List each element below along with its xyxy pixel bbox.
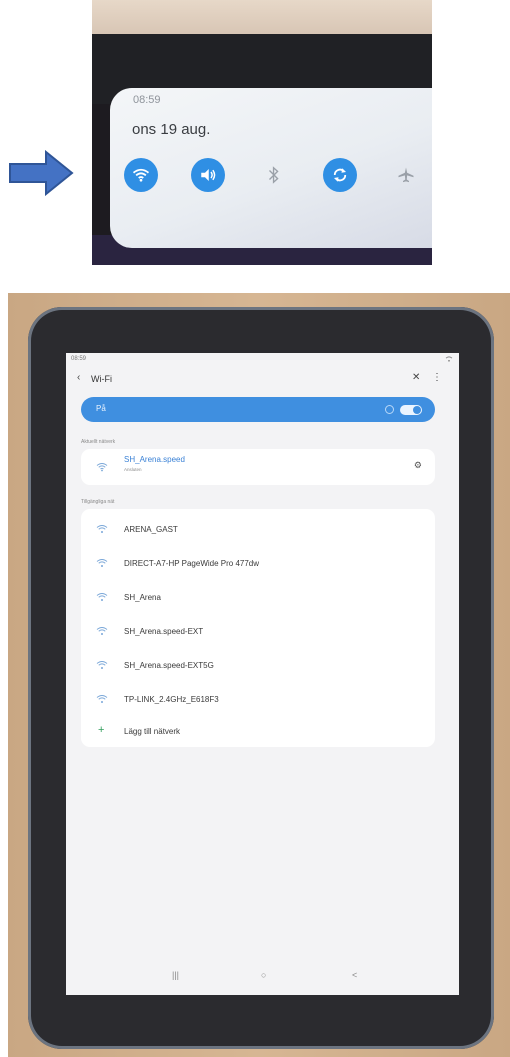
bluetooth-icon: [269, 166, 279, 184]
toggle-switch[interactable]: [400, 405, 422, 415]
wifi-signal-icon: [96, 695, 108, 703]
network-name: TP-LINK_2.4GHz_E618F3: [124, 695, 219, 704]
available-networks-heading: Tillgängliga nät: [81, 499, 115, 505]
network-row[interactable]: SH_Arena.speed-EXT5G: [81, 651, 435, 679]
current-network-heading: Aktuellt nätverk: [81, 439, 116, 445]
home-icon[interactable]: ○: [261, 970, 266, 980]
recent-apps-icon[interactable]: |||: [172, 970, 179, 980]
airplane-icon: [398, 167, 414, 183]
autorotate-toggle[interactable]: [323, 158, 357, 192]
sound-icon: [201, 169, 216, 181]
status-time: 08:59: [71, 356, 87, 362]
add-network-label: Lägg till nätverk: [124, 727, 181, 736]
tablet-screen: 08:59 ‹ Wi-Fi ✕ ⋮ På Aktuellt nätverk SH…: [66, 353, 459, 995]
wifi-icon: [132, 168, 150, 182]
network-row[interactable]: DIRECT-A7-HP PageWide Pro 477dw: [81, 549, 435, 577]
back-icon[interactable]: <: [352, 970, 357, 980]
page-title: Wi-Fi: [91, 374, 112, 384]
wifi-signal-icon: [96, 661, 108, 669]
network-row[interactable]: ARENA_GAST: [81, 515, 435, 543]
bluetooth-toggle[interactable]: [257, 158, 291, 192]
network-row[interactable]: SH_Arena: [81, 583, 435, 611]
gear-icon[interactable]: ⚙: [414, 460, 422, 471]
toggle-ring-icon: [385, 405, 394, 414]
quick-panel-zoom: 08:59 ons 19 aug.: [92, 0, 432, 265]
current-network-status: Ansluten: [124, 467, 142, 472]
back-chevron-icon[interactable]: ‹: [77, 372, 80, 383]
autorotate-icon: [333, 168, 347, 182]
toggle-label: På: [96, 404, 106, 413]
sound-toggle[interactable]: [191, 158, 225, 192]
wifi-signal-icon: [96, 559, 108, 567]
wifi-signal-icon: [96, 627, 108, 635]
status-icons: [445, 356, 453, 364]
panel-date: ons 19 aug.: [132, 121, 211, 138]
network-name: DIRECT-A7-HP PageWide Pro 477dw: [124, 559, 260, 568]
wifi-master-toggle[interactable]: På: [81, 397, 435, 422]
current-network-card[interactable]: SH_Arena.speed Ansluten ⚙: [81, 449, 435, 485]
wifi-header: ‹ Wi-Fi ✕ ⋮: [66, 369, 459, 391]
network-name: SH_Arena.speed-EXT: [124, 627, 204, 636]
network-name: SH_Arena: [124, 593, 161, 602]
close-icon[interactable]: ✕: [412, 372, 420, 383]
more-options-icon[interactable]: ⋮: [432, 372, 442, 383]
pointer-arrow: [9, 150, 74, 196]
wifi-toggle[interactable]: [124, 158, 158, 192]
network-name: SH_Arena.speed-EXT5G: [124, 661, 214, 670]
panel-time: 08:59: [133, 94, 161, 106]
network-row[interactable]: SH_Arena.speed-EXT: [81, 617, 435, 645]
network-row[interactable]: TP-LINK_2.4GHz_E618F3: [81, 685, 435, 713]
wifi-signal-icon: [96, 463, 108, 472]
wifi-signal-icon: [96, 525, 108, 533]
add-network-row[interactable]: + Lägg till nätverk: [81, 717, 435, 745]
wifi-signal-icon: [96, 593, 108, 601]
current-network-name: SH_Arena.speed: [124, 455, 185, 464]
airplane-toggle[interactable]: [389, 158, 423, 192]
network-name: ARENA_GAST: [124, 525, 178, 534]
wifi-status-icon: [445, 356, 453, 362]
system-navbar: ||| ○ <: [66, 963, 459, 995]
available-networks-card: ARENA_GAST DIRECT-A7-HP PageWide Pro 477…: [81, 509, 435, 747]
add-icon: +: [98, 724, 105, 736]
